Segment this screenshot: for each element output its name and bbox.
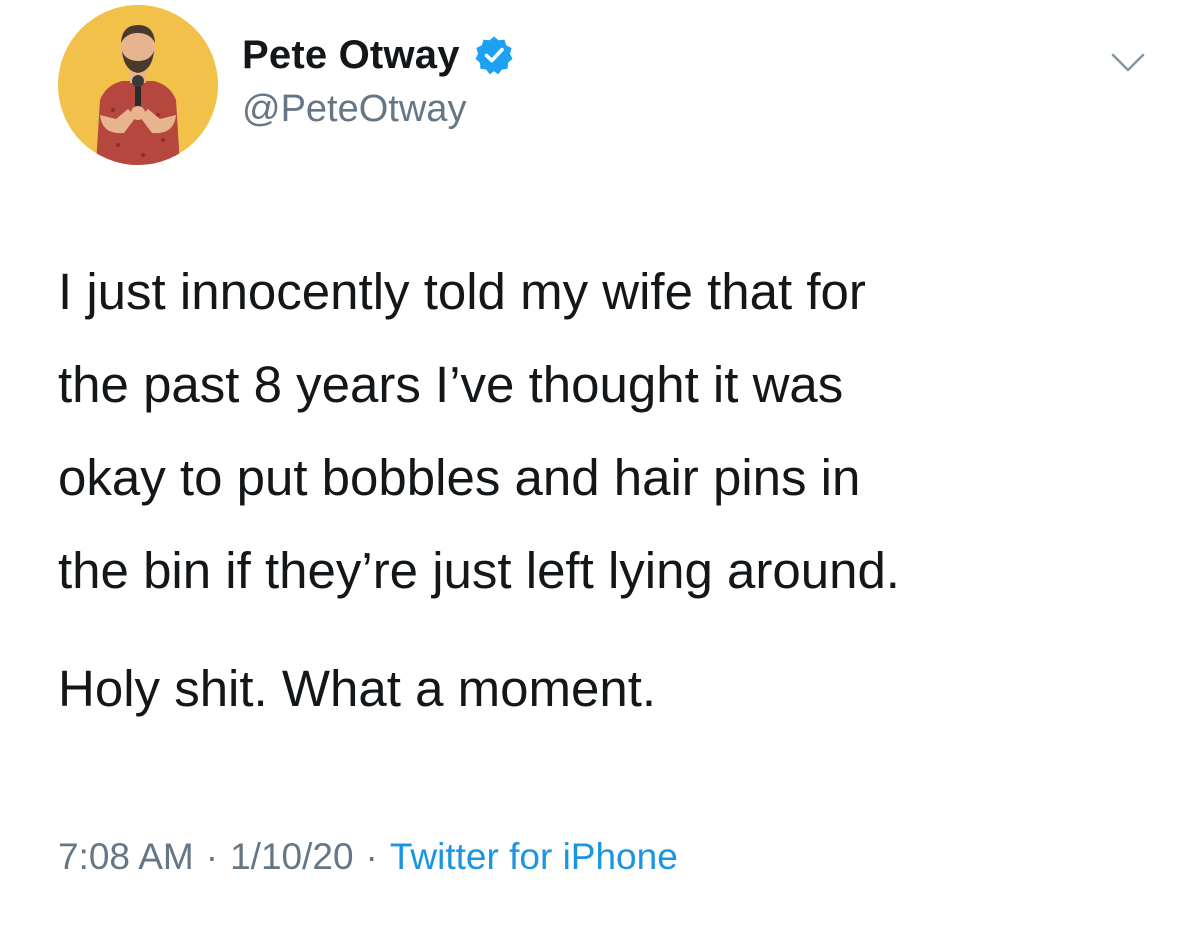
name-row: Pete Otway xyxy=(242,30,514,80)
chevron-down-icon[interactable] xyxy=(1110,52,1146,74)
avatar[interactable] xyxy=(58,5,218,165)
user-info: Pete Otway @PeteOtway xyxy=(242,30,514,131)
tweet-line: the past 8 years I’ve thought it was xyxy=(58,356,844,413)
meta-separator: · xyxy=(365,836,378,877)
tweet-line: I just innocently told my wife that for xyxy=(58,263,866,320)
tweet-text: I just innocently told my wife that for … xyxy=(58,245,1158,735)
tweet-line: okay to put bobbles and hair pins in xyxy=(58,449,861,506)
tweet-time[interactable]: 7:08 AM xyxy=(58,836,194,877)
tweet-line: the bin if they’re just left lying aroun… xyxy=(58,542,900,599)
tweet-source-link[interactable]: Twitter for iPhone xyxy=(390,836,678,877)
avatar-illustration-icon xyxy=(58,5,218,165)
tweet-card: Pete Otway @PeteOtway I just innocently … xyxy=(0,0,1200,926)
verified-badge-icon xyxy=(474,35,514,75)
meta-separator: · xyxy=(205,836,219,877)
tweet-paragraph-2: Holy shit. What a moment. xyxy=(58,660,657,717)
tweet-meta: 7:08 AM · 1/10/20 · Twitter for iPhone xyxy=(58,836,678,878)
tweet-date[interactable]: 1/10/20 xyxy=(230,836,353,877)
tweet-paragraph-1: I just innocently told my wife that for … xyxy=(58,245,1158,617)
user-handle[interactable]: @PeteOtway xyxy=(242,88,514,131)
display-name[interactable]: Pete Otway xyxy=(242,33,460,78)
